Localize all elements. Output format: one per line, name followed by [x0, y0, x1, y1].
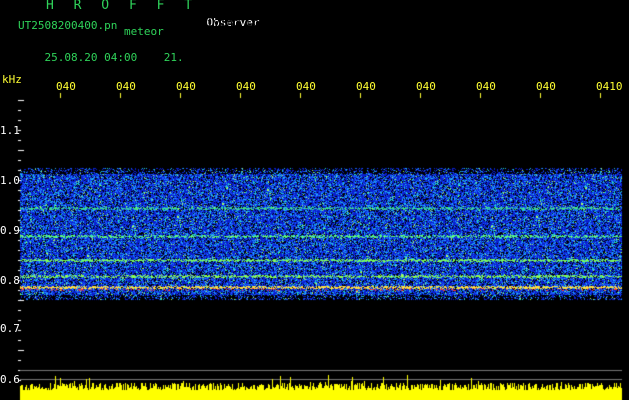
filename-label: UT2508200400.pn	[18, 19, 118, 32]
time-tick-label: 040	[56, 80, 76, 93]
time-tick-label: 040	[416, 80, 436, 93]
time-tick-label: 040	[296, 80, 316, 93]
meteor-label: meteor	[124, 25, 164, 38]
time-tick-label: 040	[176, 80, 196, 93]
info-antenna-value: : 3el Yagi(V) Az 330 for Vladivostok	[313, 40, 552, 53]
freq-tick-label: 0.9	[0, 224, 20, 237]
time-tick-label: 040	[476, 80, 496, 93]
freq-tick-label: 0.6	[0, 373, 20, 386]
app-title: H R O F F T	[46, 0, 199, 13]
info-antenna: Receiving Antenna	[180, 40, 293, 53]
time-tick-label: 0410	[596, 80, 623, 93]
time-tick-label: 040	[116, 80, 136, 93]
time-tick-label: 040	[236, 80, 256, 93]
datetime-value: 25.08.20 04:00	[44, 51, 138, 64]
datetime-label: 25.08.20 04:00 21.	[18, 40, 184, 76]
hrofft-spectrogram-window: H R O F F T UT2508200400.pn meteor 25.08…	[0, 0, 629, 400]
freq-tick-label: 1.1	[0, 124, 20, 137]
time-tick-label: 040	[536, 80, 556, 93]
time-tick-label: 040	[356, 80, 376, 93]
freq-tick-label: 0.7	[0, 322, 20, 335]
freq-tick-label: 0.8	[0, 274, 20, 287]
frequency-unit-label: kHz	[2, 73, 22, 86]
freq-tick-label: 1.0	[0, 174, 20, 187]
